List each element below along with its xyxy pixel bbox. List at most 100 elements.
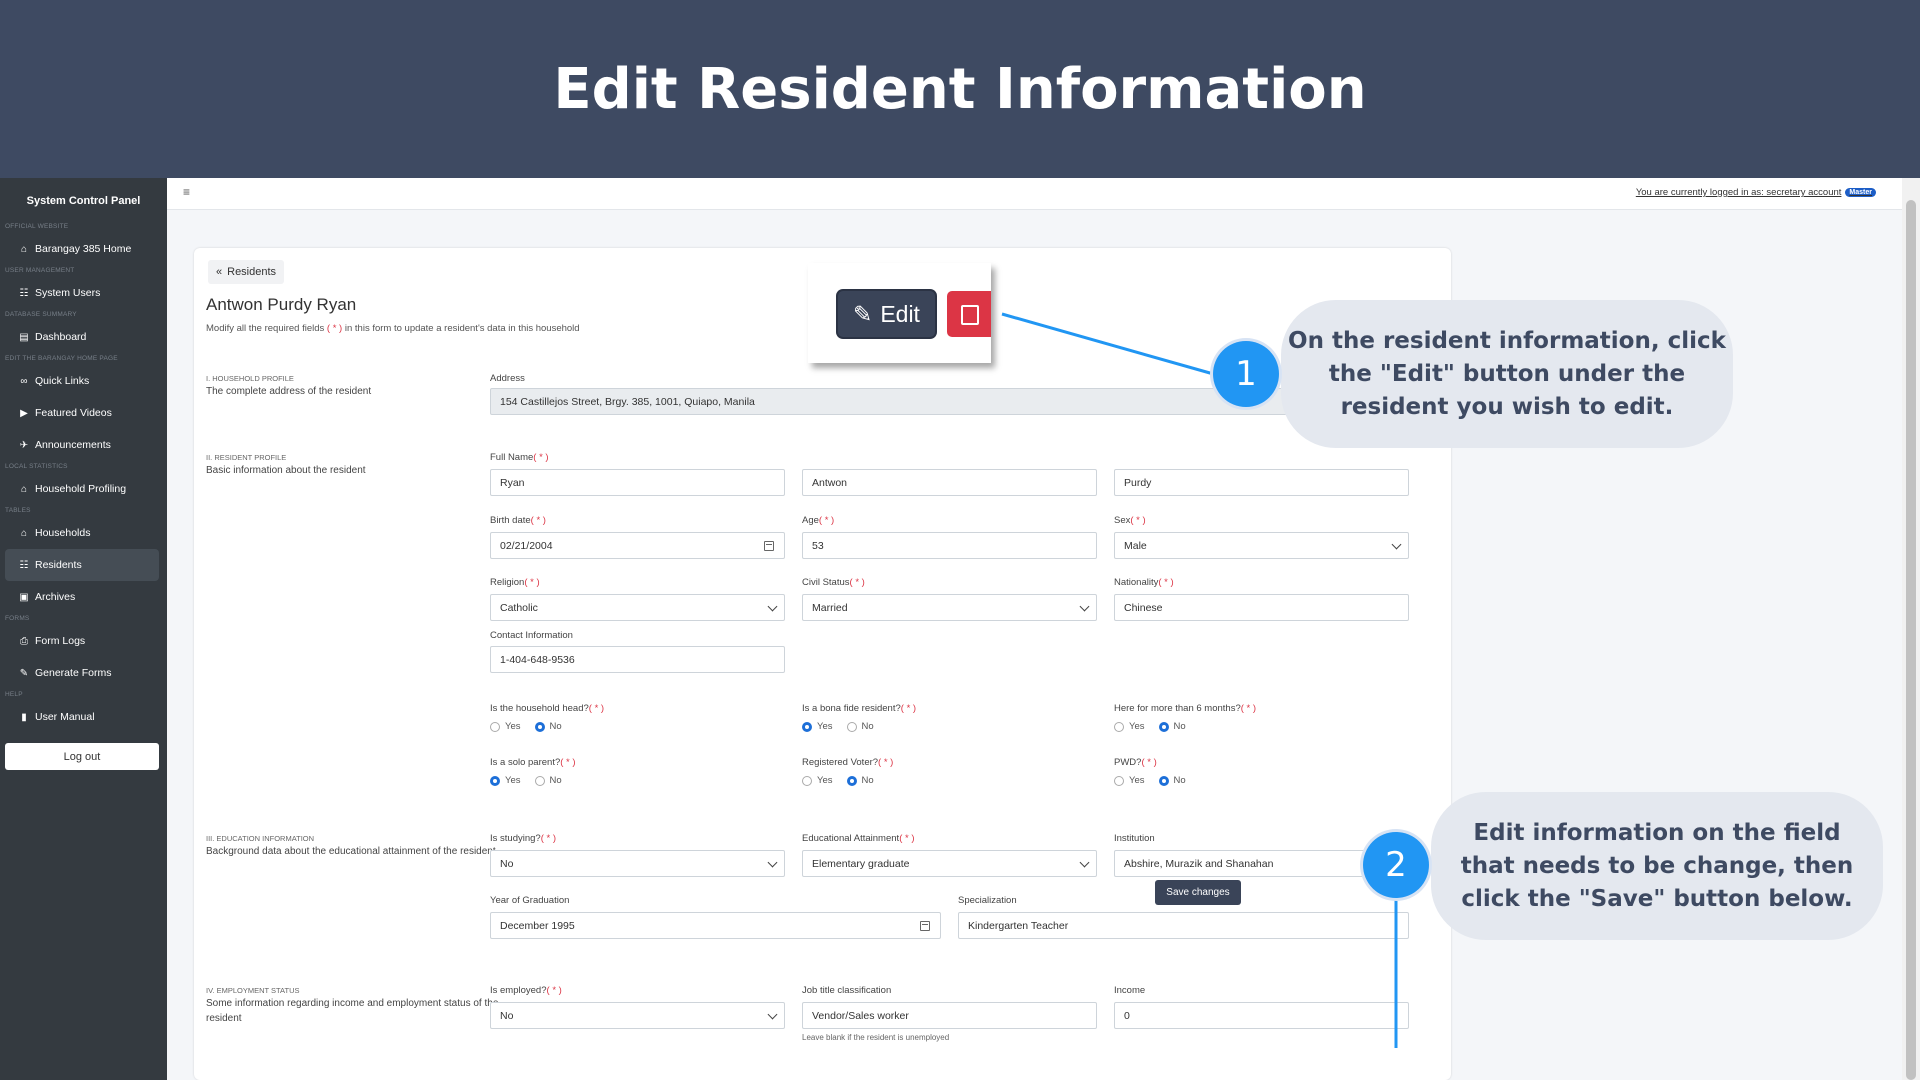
- sidebar-item-household-profiling[interactable]: ⌂ Household Profiling: [5, 473, 159, 505]
- required-marker: ( * ): [1158, 577, 1174, 588]
- logged-in-link[interactable]: You are currently logged in as: secretar…: [1636, 187, 1876, 198]
- sidebar-item-announcements[interactable]: ✈ Announcements: [5, 429, 159, 461]
- religion-label: Religion( * ): [490, 577, 540, 588]
- sidebar-item-quick-links[interactable]: ∞ Quick Links: [5, 365, 159, 397]
- radio-option[interactable]: Yes: [490, 721, 521, 732]
- edit-button[interactable]: ✎ Edit: [838, 291, 935, 337]
- back-to-residents-link[interactable]: « Residents: [208, 260, 285, 284]
- video-icon: ▶: [20, 407, 28, 419]
- field-value: No: [500, 1009, 514, 1022]
- label-text: Sex: [1114, 515, 1131, 526]
- radio-button[interactable]: [1158, 775, 1169, 786]
- sidebar-item-archives[interactable]: ▣ Archives: [5, 581, 159, 613]
- calendar-icon[interactable]: [764, 541, 774, 551]
- save-changes-button[interactable]: Save changes: [1155, 880, 1241, 905]
- radio-option[interactable]: No: [1158, 775, 1186, 786]
- attainment-select[interactable]: Elementary graduate: [802, 850, 1097, 877]
- required-marker: ( * ): [524, 577, 540, 588]
- hamburger-menu-icon[interactable]: ≡: [183, 185, 190, 199]
- label-text: Educational Attainment: [802, 833, 900, 844]
- radio-button[interactable]: [1114, 775, 1124, 786]
- callout-2-bubble: Edit information on the field that needs…: [1431, 792, 1883, 940]
- role-badge: Master: [1845, 188, 1876, 197]
- sidebar-item-generate-forms[interactable]: ✎ Generate Forms: [5, 657, 159, 689]
- sidebar-item-label: Quick Links: [35, 375, 90, 387]
- studying-select[interactable]: No: [490, 850, 785, 877]
- graduation-field[interactable]: December 1995: [490, 912, 941, 939]
- section-title: IV. EMPLOYMENT STATUS: [206, 986, 300, 995]
- radio-option[interactable]: No: [846, 721, 874, 732]
- nationality-field[interactable]: Chinese: [1114, 594, 1409, 621]
- radio-button[interactable]: [802, 721, 812, 732]
- radio-option[interactable]: Yes: [1114, 775, 1145, 786]
- page-scrollbar[interactable]: [1902, 178, 1920, 1080]
- subtitle-part: in this form to update a resident's data…: [342, 323, 580, 334]
- calendar-icon[interactable]: [920, 921, 930, 931]
- sidebar-item-label: Dashboard: [35, 331, 87, 343]
- six-months-radios: Yes No: [1114, 721, 1186, 732]
- first-name-field[interactable]: Antwon: [802, 469, 1097, 496]
- middle-name-field[interactable]: Purdy: [1114, 469, 1409, 496]
- label-text: Is a solo parent?: [490, 757, 561, 768]
- civil-status-label: Civil Status( * ): [802, 577, 865, 588]
- sidebar-section-header: FORMS: [5, 615, 30, 622]
- sidebar-item-form-logs[interactable]: ⎙ Form Logs: [5, 625, 159, 657]
- job-title-field[interactable]: Vendor/Sales worker: [802, 1002, 1097, 1029]
- age-field[interactable]: 53: [802, 532, 1097, 559]
- radio-button[interactable]: [1158, 721, 1169, 732]
- radio-option[interactable]: No: [534, 775, 562, 786]
- sex-label: Sex( * ): [1114, 515, 1146, 526]
- radio-label: No: [549, 721, 562, 732]
- sex-select[interactable]: Male: [1114, 532, 1409, 559]
- radio-button[interactable]: [1114, 721, 1124, 732]
- radio-label: Yes: [505, 721, 521, 732]
- radio-option[interactable]: Yes: [1114, 721, 1145, 732]
- scrollbar-thumb[interactable]: [1906, 200, 1916, 1080]
- radio-option[interactable]: No: [1158, 721, 1186, 732]
- callout-1-number: 1: [1213, 341, 1279, 407]
- specialization-field[interactable]: Kindergarten Teacher: [958, 912, 1409, 939]
- required-marker: ( * ): [1240, 703, 1257, 714]
- bona-fide-radios: Yes No: [802, 721, 874, 732]
- radio-option[interactable]: No: [846, 775, 874, 786]
- archive-button[interactable]: [947, 291, 991, 337]
- radio-option[interactable]: Yes: [802, 775, 833, 786]
- sidebar-item-system-users[interactable]: ☷ System Users: [5, 277, 159, 309]
- label-text: Is employed?: [490, 985, 547, 996]
- sidebar-item-label: Form Logs: [35, 635, 86, 647]
- radio-button[interactable]: [490, 721, 500, 732]
- radio-button[interactable]: [490, 775, 500, 786]
- sidebar-item-featured-videos[interactable]: ▶ Featured Videos: [5, 397, 159, 429]
- radio-option[interactable]: Yes: [490, 775, 521, 786]
- sidebar-item-households[interactable]: ⌂ Households: [5, 517, 159, 549]
- label-text: Full Name: [490, 452, 534, 463]
- radio-button[interactable]: [534, 721, 545, 732]
- sidebar-item-residents[interactable]: ☷ Residents: [5, 549, 159, 581]
- radio-option[interactable]: Yes: [802, 721, 833, 732]
- logout-button[interactable]: Log out: [5, 743, 159, 770]
- sidebar-item-dashboard[interactable]: ▤ Dashboard: [5, 321, 159, 353]
- home-icon: ⌂: [20, 243, 28, 255]
- houses-icon: ⌂: [20, 527, 28, 539]
- registered-voter-label: Registered Voter?( * ): [802, 757, 893, 768]
- label-text: Religion: [490, 577, 525, 588]
- required-marker: ( * ): [540, 833, 557, 844]
- radio-button[interactable]: [846, 721, 857, 732]
- label-text: Registered Voter?: [802, 757, 879, 768]
- required-marker: ( * ): [546, 985, 562, 996]
- civil-status-select[interactable]: Married: [802, 594, 1097, 621]
- form-subtitle: Modify all the required fields ( * ) in …: [206, 323, 580, 334]
- birth-date-field[interactable]: 02/21/2004: [490, 532, 785, 559]
- radio-option[interactable]: No: [534, 721, 562, 732]
- sidebar-item-barangay-385-home[interactable]: ⌂ Barangay 385 Home: [5, 233, 159, 265]
- required-marker: ( * ): [899, 833, 915, 844]
- religion-select[interactable]: Catholic: [490, 594, 785, 621]
- last-name-field[interactable]: Ryan: [490, 469, 785, 496]
- contact-field[interactable]: 1-404-648-9536: [490, 646, 785, 673]
- radio-button[interactable]: [846, 775, 857, 786]
- sidebar-item-user-manual[interactable]: ▮ User Manual: [5, 701, 159, 733]
- income-field[interactable]: 0: [1114, 1002, 1409, 1029]
- employed-select[interactable]: No: [490, 1002, 785, 1029]
- radio-button[interactable]: [534, 775, 545, 786]
- radio-button[interactable]: [802, 775, 812, 786]
